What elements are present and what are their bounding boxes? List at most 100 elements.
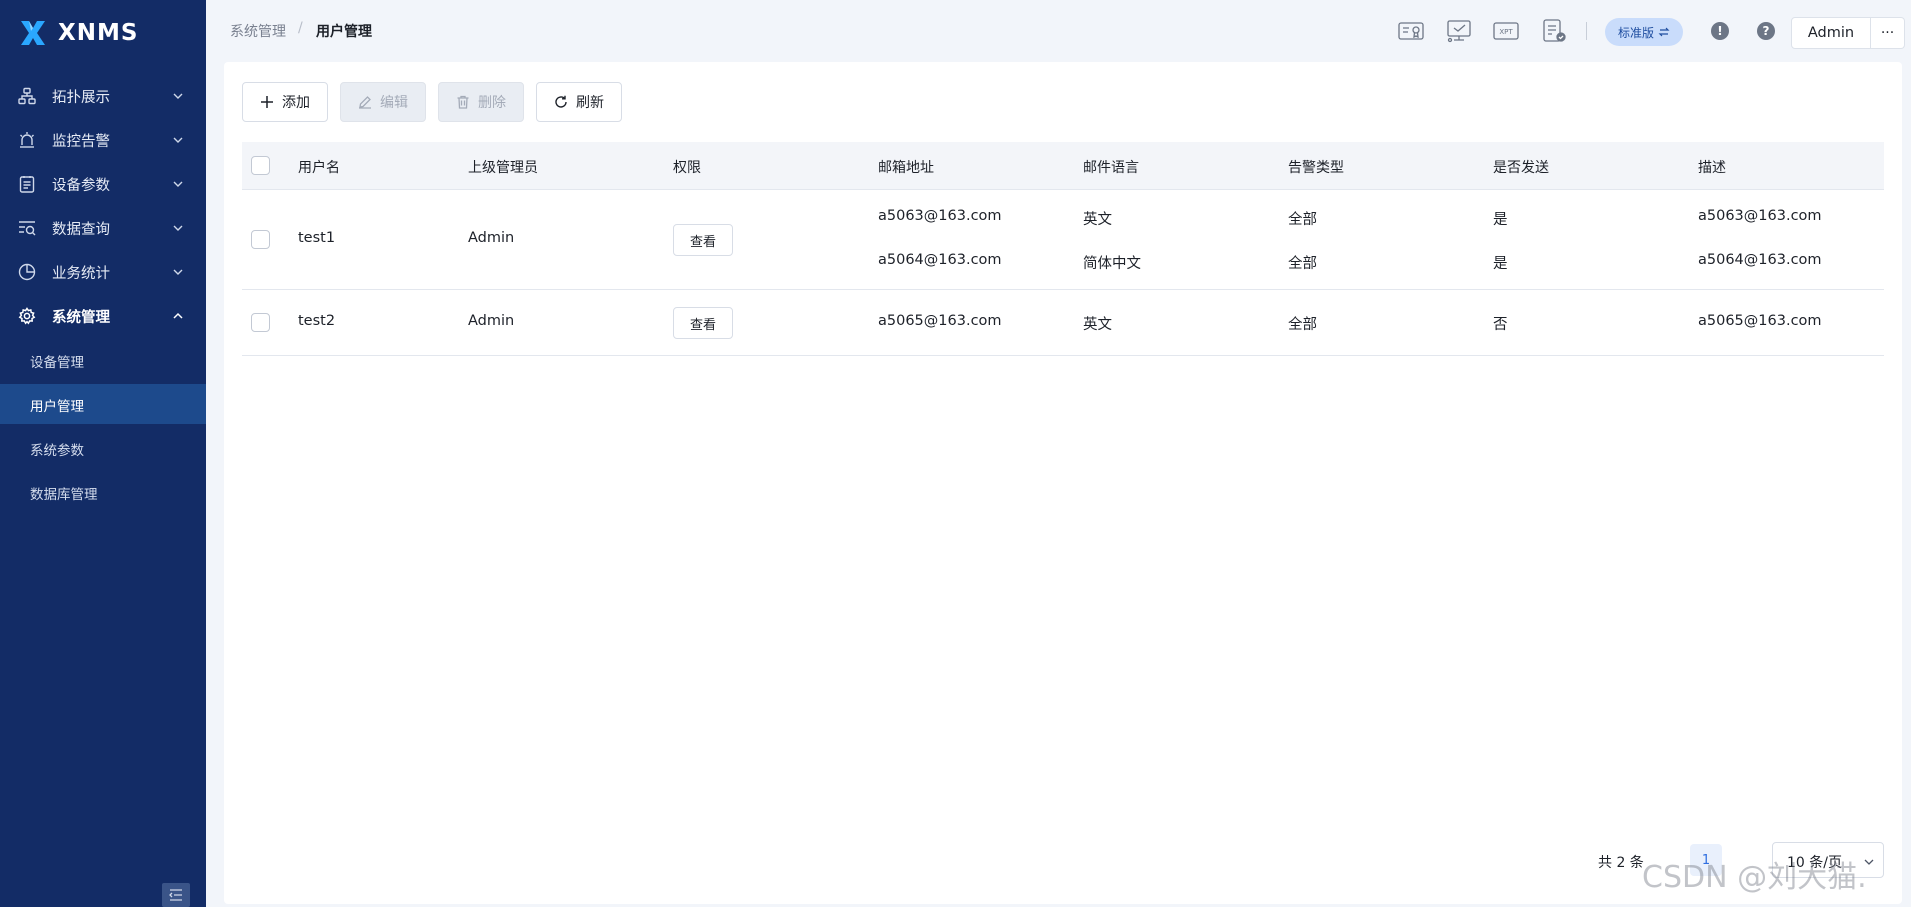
edit-label: 编辑 [380,95,408,111]
description-cell: a5063@163.com [1698,208,1822,224]
nav-topology[interactable]: 拓扑展示 [0,74,206,118]
nav-data-query[interactable]: 数据查询 [0,206,206,250]
alarm-icon [20,132,34,148]
topology-icon [18,87,36,105]
nav-label: 设备参数 [52,178,110,194]
add-label: 添加 [282,95,310,111]
table-row: test2 Admin 查看 a5065@163.com 英文 全部 否 a50… [242,290,1884,356]
sub-label: 设备管理 [30,355,84,371]
clipboard-icon [19,176,35,193]
row-checkbox[interactable] [251,313,270,332]
view-permission-button[interactable]: 查看 [673,307,733,339]
delete-button[interactable]: 删除 [438,82,524,122]
switch-icon [1658,27,1670,37]
sidebar: XNMS 拓扑展示 监控告警 设备参数 数据查询 业务统计 系统管理 设备管理 … [0,0,206,907]
email-cell: a5065@163.com [878,313,1002,329]
table-header: 用户名 上级管理员 权限 邮箱地址 邮件语言 告警类型 是否发送 描述 [242,142,1884,190]
chevron-down-icon [173,93,183,99]
nav-alarm[interactable]: 监控告警 [0,118,206,162]
send-cell: 是 [1493,256,1508,272]
alert-icon[interactable]: ! [1711,22,1729,40]
refresh-button[interactable]: 刷新 [536,82,622,122]
user-menu-button[interactable]: Admin [1791,17,1871,49]
send-cell: 是 [1493,212,1508,228]
edition-switch-badge[interactable]: 标准版 [1605,18,1683,46]
nav-system-management[interactable]: 系统管理 [0,294,206,338]
row-checkbox[interactable] [251,230,270,249]
add-button[interactable]: 添加 [242,82,328,122]
select-all-checkbox[interactable] [251,156,270,175]
nav-label: 监控告警 [52,134,110,150]
help-icon[interactable]: ? [1757,22,1775,40]
svg-text:XPT: XPT [1499,28,1513,36]
logo: XNMS [18,18,138,48]
column-header-email: 邮箱地址 [878,160,934,176]
gear-icon [18,307,36,325]
column-header-admin: 上级管理员 [468,160,538,176]
nav-label: 业务统计 [52,266,110,282]
delete-label: 删除 [478,95,506,111]
report-check-icon[interactable] [1540,18,1568,44]
monitor-check-icon[interactable] [1445,18,1473,44]
alarm-type-cell: 全部 [1288,256,1317,272]
plus-icon [261,96,273,108]
column-header-username: 用户名 [298,160,340,176]
breadcrumb-separator: / [298,20,303,36]
xpt-icon[interactable]: XPT [1492,18,1520,44]
alarm-type-cell: 全部 [1288,317,1317,333]
chevron-down-icon [173,225,183,231]
pie-chart-icon [18,263,36,281]
mail-language-cell: 简体中文 [1083,256,1141,272]
xnms-logo-icon [21,21,45,45]
send-cell: 否 [1493,317,1508,333]
header-divider [1586,22,1587,40]
chevron-down-icon [173,269,183,275]
more-button[interactable]: ··· [1871,17,1905,49]
column-header-description: 描述 [1698,160,1726,176]
sub-label: 数据库管理 [30,487,98,503]
collapse-sidebar-button[interactable] [162,883,190,907]
view-permission-button[interactable]: 查看 [673,224,733,256]
mail-language-cell: 英文 [1083,212,1112,228]
email-cell: a5064@163.com [878,252,1002,268]
username-cell: test2 [298,313,336,329]
admin-cell: Admin [468,230,515,246]
chevron-down-icon [173,181,183,187]
refresh-label: 刷新 [576,95,604,111]
nav-device-params[interactable]: 设备参数 [0,162,206,206]
chevron-down-icon [173,137,183,143]
edition-label: 标准版 [1617,25,1654,40]
table-row: test1 Admin 查看 a5063@163.com 英文 全部 是 a50… [242,190,1884,290]
breadcrumb-parent[interactable]: 系统管理 [230,21,286,41]
sidebar-item-user-management[interactable]: 用户管理 [0,384,206,424]
email-cell: a5063@163.com [878,208,1002,224]
nav-business-stats[interactable]: 业务统计 [0,250,206,294]
trash-icon [457,95,469,109]
breadcrumb-current: 用户管理 [316,24,372,40]
column-header-mail-language: 邮件语言 [1083,160,1139,176]
chevron-up-icon [173,312,183,319]
topbar: 系统管理 / 用户管理 XPT 标准版 ! ? Admin ··· [206,0,1911,60]
sidebar-item-system-params[interactable]: 系统参数 [0,428,206,468]
nav-label: 系统管理 [52,310,110,326]
mail-language-cell: 英文 [1083,317,1112,333]
pagination-total: 共 2 条 [1598,855,1644,871]
column-header-permission: 权限 [673,160,701,176]
nav-label: 数据查询 [52,222,110,238]
menu-fold-icon [169,889,182,901]
edit-icon [359,96,371,109]
data-search-icon [19,221,36,236]
main-panel: 添加 编辑 删除 刷新 用户名 上级管理员 权限 邮箱地址 邮件语言 告警类型 … [224,62,1902,904]
sub-label: 用户管理 [30,399,84,415]
sidebar-item-device-management[interactable]: 设备管理 [0,340,206,380]
sidebar-item-database-management[interactable]: 数据库管理 [0,472,206,512]
app-name: XNMS [58,20,139,46]
description-cell: a5065@163.com [1698,313,1822,329]
watermark: CSDN @刘大猫. [1642,860,1867,895]
alarm-type-cell: 全部 [1288,212,1317,228]
sub-label: 系统参数 [30,443,84,459]
column-header-send: 是否发送 [1493,160,1549,176]
edit-button[interactable]: 编辑 [340,82,426,122]
certificate-icon[interactable] [1397,18,1425,44]
description-cell: a5064@163.com [1698,252,1822,268]
